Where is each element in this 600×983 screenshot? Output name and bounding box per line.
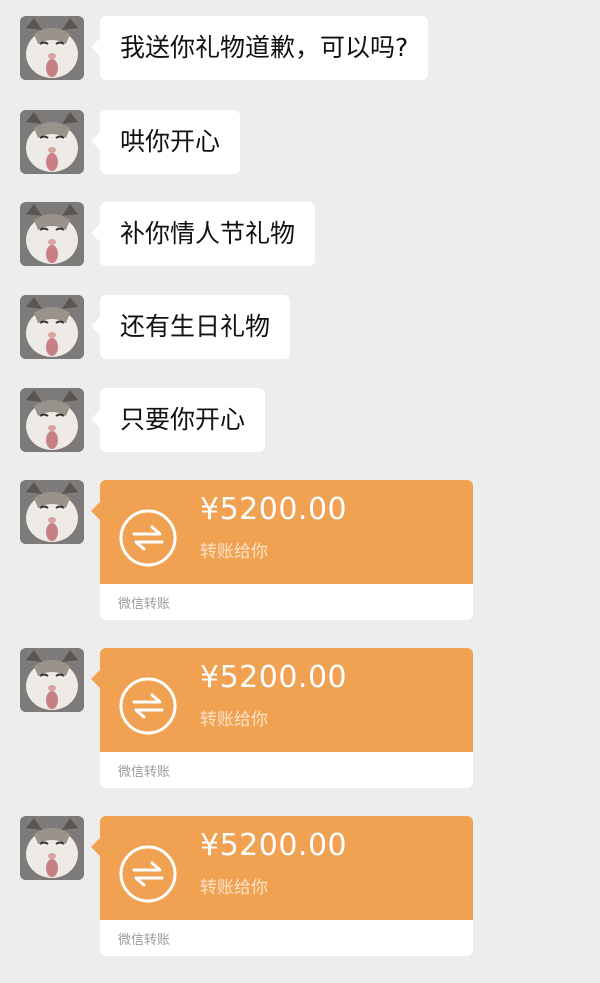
message-bubble[interactable]: 我送你礼物道歉，可以吗? bbox=[90, 16, 429, 80]
message-bubble[interactable]: 补你情人节礼物 bbox=[90, 202, 316, 266]
cat-avatar-icon[interactable] bbox=[20, 388, 84, 452]
message-bubble[interactable]: 只要你开心 bbox=[90, 388, 266, 452]
message-bubble[interactable]: 哄你开心 bbox=[90, 110, 241, 174]
transfer-footer-label: 微信转账 bbox=[118, 765, 171, 780]
bubble-tail bbox=[91, 502, 100, 520]
cat-avatar-icon[interactable] bbox=[20, 816, 84, 880]
transfer-description: 转账给你 bbox=[200, 878, 268, 898]
transfer-arrows-icon bbox=[118, 508, 178, 568]
transfer-amount: ¥5200.00 bbox=[200, 660, 348, 695]
transfer-card-body: ¥5200.00 转账给你 bbox=[100, 816, 473, 920]
transfer-arrows-icon bbox=[118, 844, 178, 904]
cat-avatar-icon[interactable] bbox=[20, 480, 84, 544]
bubble-tail bbox=[91, 838, 100, 856]
transfer-amount: ¥5200.00 bbox=[200, 828, 348, 863]
cat-avatar-icon[interactable] bbox=[20, 110, 84, 174]
cat-avatar-icon[interactable] bbox=[20, 295, 84, 359]
transfer-card-body: ¥5200.00 转账给你 bbox=[100, 648, 473, 752]
transfer-description: 转账给你 bbox=[200, 542, 268, 562]
transfer-card[interactable]: ¥5200.00 转账给你 微信转账 bbox=[100, 480, 473, 620]
transfer-card[interactable]: ¥5200.00 转账给你 微信转账 bbox=[100, 648, 473, 788]
cat-avatar-icon[interactable] bbox=[20, 202, 84, 266]
cat-avatar-icon[interactable] bbox=[20, 648, 84, 712]
bubble-tail bbox=[91, 670, 100, 688]
transfer-amount: ¥5200.00 bbox=[200, 492, 348, 527]
transfer-description: 转账给你 bbox=[200, 710, 268, 730]
transfer-card[interactable]: ¥5200.00 转账给你 微信转账 bbox=[100, 816, 473, 956]
message-bubble[interactable]: 还有生日礼物 bbox=[90, 295, 291, 359]
transfer-card-body: ¥5200.00 转账给你 bbox=[100, 480, 473, 584]
transfer-footer-label: 微信转账 bbox=[118, 597, 171, 612]
transfer-arrows-icon bbox=[118, 676, 178, 736]
cat-avatar-icon[interactable] bbox=[20, 16, 84, 80]
transfer-footer-label: 微信转账 bbox=[118, 933, 171, 948]
